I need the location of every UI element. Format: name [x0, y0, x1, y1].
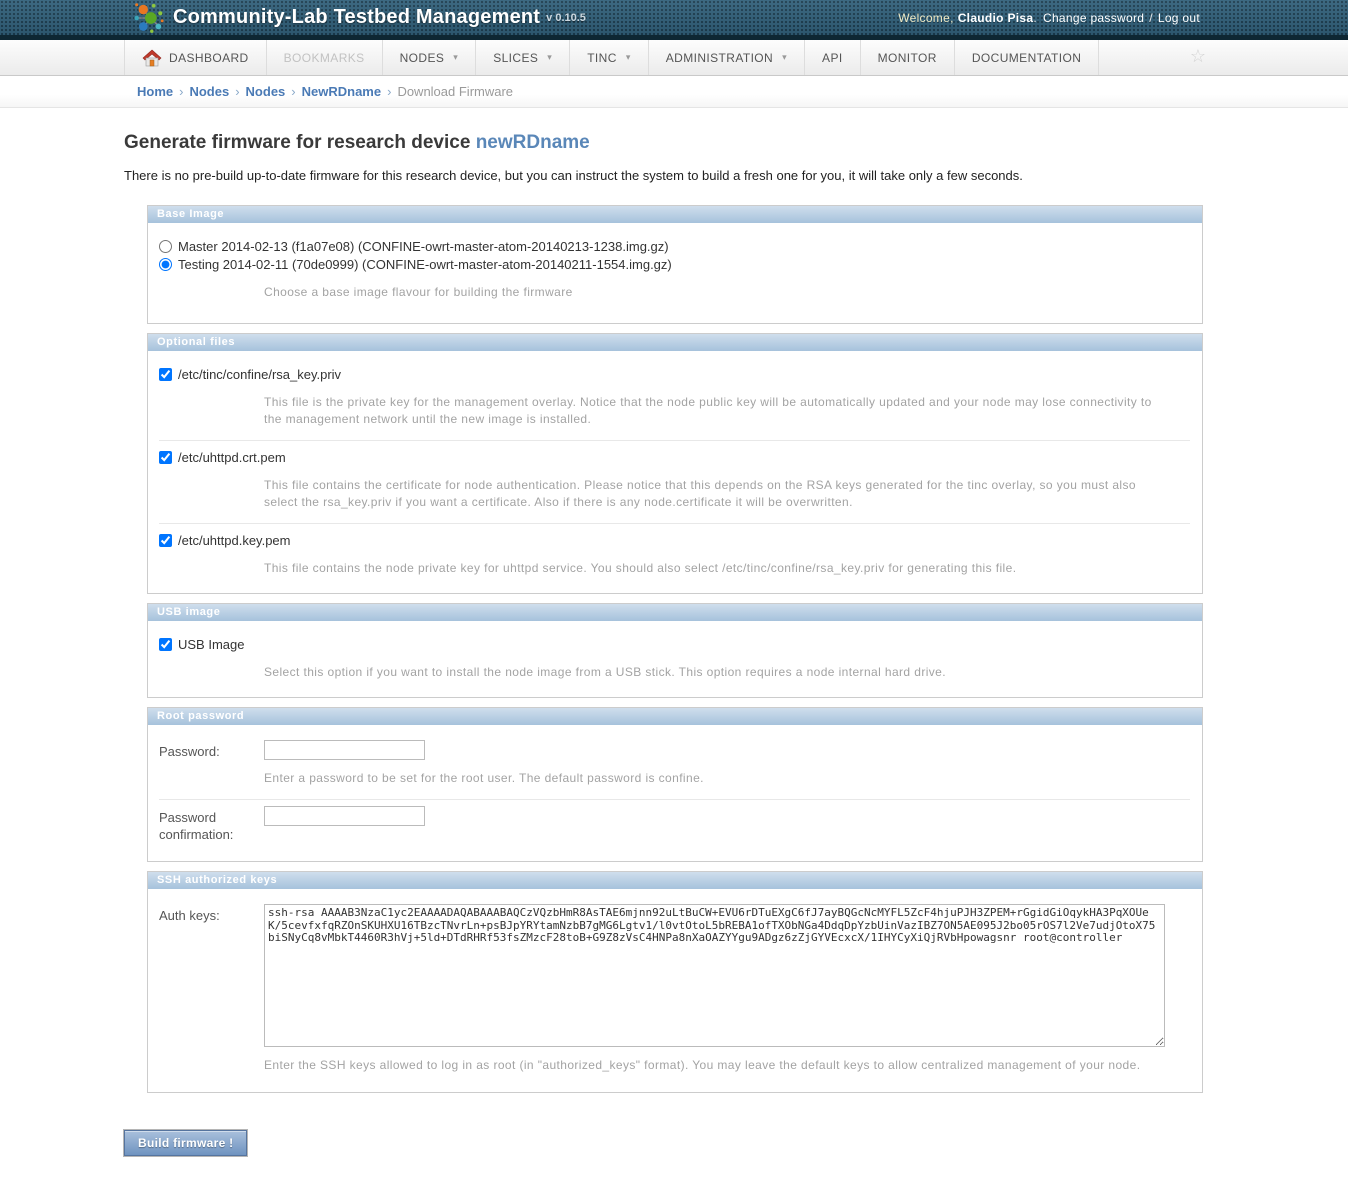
page-title: Generate firmware for research device ne…	[124, 132, 1224, 154]
breadcrumb-separator: ›	[291, 84, 295, 99]
section-usb-image: USB image USB Image Select this option i…	[147, 603, 1203, 698]
logout-link[interactable]: Log out	[1158, 11, 1200, 25]
community-lab-logo-icon	[131, 1, 165, 35]
optional-file-crt-pem[interactable]: /etc/uhttpd.crt.pem	[159, 450, 1190, 465]
password-field[interactable]	[264, 740, 425, 760]
nav-label-administration: ADMINISTRATION	[666, 51, 773, 65]
auth-keys-label: Auth keys:	[159, 904, 264, 924]
nav-item-tinc[interactable]: TINC ▾	[570, 40, 649, 75]
rsa-key-help: This file is the private key for the man…	[264, 394, 1169, 428]
optional-file-rsa-key[interactable]: /etc/tinc/confine/rsa_key.priv	[159, 367, 1190, 382]
section-header-root-password: Root password	[148, 708, 1202, 725]
nav-label-dashboard: DASHBOARD	[169, 51, 249, 65]
usb-image-label: USB Image	[178, 637, 244, 652]
breadcrumb-home[interactable]: Home	[137, 84, 173, 99]
section-header-usb-image: USB image	[148, 604, 1202, 621]
password-confirmation-field[interactable]	[264, 806, 425, 826]
welcome-punctuation: .	[1033, 11, 1037, 25]
password-label: Password:	[159, 740, 264, 760]
usb-image-help: Select this option if you want to instal…	[264, 664, 1169, 681]
nav-label-nodes: NODES	[400, 51, 445, 65]
key-pem-help: This file contains the node private key …	[264, 560, 1169, 577]
section-optional-files: Optional files /etc/tinc/confine/rsa_key…	[147, 333, 1203, 594]
base-image-help: Choose a base image flavour for building…	[264, 284, 1169, 301]
top-header: Community-Lab Testbed Management v 0.10.…	[0, 0, 1348, 40]
base-image-option-testing[interactable]: Testing 2014-02-11 (70de0999) (CONFINE-o…	[159, 257, 1190, 272]
auth-keys-textarea[interactable]: ssh-rsa AAAAB3NzaC1yc2EAAAADAQABAAABAQCz…	[264, 904, 1165, 1047]
nav-item-dashboard[interactable]: DASHBOARD	[124, 40, 267, 75]
breadcrumb-current: Download Firmware	[397, 84, 513, 99]
user-name: Claudio Pisa	[958, 11, 1034, 25]
section-header-optional-files: Optional files	[148, 334, 1202, 351]
section-header-base-image: Base Image	[148, 206, 1202, 223]
nav-label-api: API	[822, 51, 843, 65]
breadcrumb: Home › Nodes › Nodes › NewRDname › Downl…	[0, 76, 1348, 108]
page-title-text: Generate firmware for research device	[124, 132, 470, 153]
favorite-star-icon[interactable]: ☆	[1190, 46, 1206, 67]
section-header-ssh-keys: SSH authorized keys	[148, 872, 1202, 889]
base-image-label-testing: Testing 2014-02-11 (70de0999) (CONFINE-o…	[178, 257, 672, 272]
nav-item-slices[interactable]: SLICES ▾	[476, 40, 570, 75]
nav-item-administration[interactable]: ADMINISTRATION ▾	[649, 40, 805, 75]
chevron-down-icon: ▾	[547, 52, 552, 63]
chevron-down-icon: ▾	[782, 52, 787, 63]
app-title: Community-Lab Testbed Management	[173, 6, 540, 29]
nav-label-slices: SLICES	[493, 51, 538, 65]
nav-label-tinc: TINC	[587, 51, 617, 65]
nav-item-monitor[interactable]: MONITOR	[861, 40, 955, 75]
section-base-image: Base Image Master 2014-02-13 (f1a07e08) …	[147, 205, 1203, 324]
auth-keys-help: Enter the SSH keys allowed to log in as …	[264, 1057, 1169, 1074]
nav-item-nodes[interactable]: NODES ▾	[383, 40, 477, 75]
nav-label-monitor: MONITOR	[878, 51, 937, 65]
base-image-option-master[interactable]: Master 2014-02-13 (f1a07e08) (CONFINE-ow…	[159, 239, 1190, 254]
welcome-text: Welcome,	[898, 11, 954, 25]
app-version: v 0.10.5	[546, 12, 586, 24]
nav-label-documentation: DOCUMENTATION	[972, 51, 1081, 65]
breadcrumb-separator: ›	[387, 84, 391, 99]
main-nav: DASHBOARD BOOKMARKS NODES ▾ SLICES ▾ TIN…	[0, 40, 1348, 76]
build-firmware-button[interactable]: Build firmware !	[124, 1130, 247, 1156]
device-name-link[interactable]: newRDname	[476, 132, 590, 153]
nav-item-documentation[interactable]: DOCUMENTATION	[955, 40, 1099, 75]
breadcrumb-nodes-2[interactable]: Nodes	[246, 84, 286, 99]
home-icon	[142, 49, 162, 67]
key-pem-checkbox[interactable]	[159, 534, 172, 547]
base-image-radio-master[interactable]	[159, 240, 172, 253]
password-help: Enter a password to be set for the root …	[264, 770, 1169, 787]
user-area: Welcome, Claudio Pisa . Change password …	[898, 0, 1200, 35]
crt-pem-checkbox[interactable]	[159, 451, 172, 464]
usb-image-checkbox[interactable]	[159, 638, 172, 651]
breadcrumb-separator: ›	[179, 84, 183, 99]
rsa-key-checkbox[interactable]	[159, 368, 172, 381]
rsa-key-label: /etc/tinc/confine/rsa_key.priv	[178, 367, 341, 382]
chevron-down-icon: ▾	[453, 52, 458, 63]
main-content: Generate firmware for research device ne…	[0, 108, 1224, 1196]
intro-text: There is no pre-build up-to-date firmwar…	[124, 168, 1224, 183]
nav-item-bookmarks: BOOKMARKS	[267, 40, 383, 75]
base-image-radio-testing[interactable]	[159, 258, 172, 271]
section-root-password: Root password Password: Enter a password…	[147, 707, 1203, 862]
crt-pem-label: /etc/uhttpd.crt.pem	[178, 450, 286, 465]
usb-image-option[interactable]: USB Image	[159, 637, 1190, 652]
change-password-link[interactable]: Change password	[1043, 11, 1144, 25]
nav-item-api[interactable]: API	[805, 40, 861, 75]
chevron-down-icon: ▾	[626, 52, 631, 63]
nav-label-bookmarks: BOOKMARKS	[284, 51, 365, 65]
breadcrumb-nodes-1[interactable]: Nodes	[189, 84, 229, 99]
optional-file-key-pem[interactable]: /etc/uhttpd.key.pem	[159, 533, 1190, 548]
password-confirmation-label: Password confirmation:	[159, 806, 264, 843]
breadcrumb-separator: ›	[235, 84, 239, 99]
base-image-label-master: Master 2014-02-13 (f1a07e08) (CONFINE-ow…	[178, 239, 669, 254]
link-separator: /	[1149, 11, 1153, 25]
key-pem-label: /etc/uhttpd.key.pem	[178, 533, 291, 548]
section-ssh-keys: SSH authorized keys Auth keys: ssh-rsa A…	[147, 871, 1203, 1093]
crt-pem-help: This file contains the certificate for n…	[264, 477, 1169, 511]
breadcrumb-device[interactable]: NewRDname	[302, 84, 381, 99]
